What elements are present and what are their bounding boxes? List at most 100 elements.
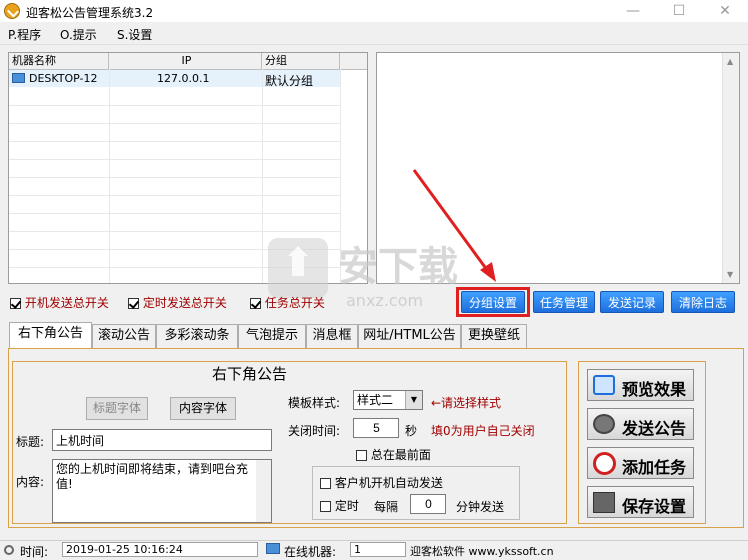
tab-corner-notice[interactable]: 右下角公告 — [9, 322, 92, 349]
title-input[interactable] — [52, 429, 272, 451]
add-task-button[interactable]: 添加任务 — [587, 447, 694, 479]
grid-line — [9, 231, 340, 232]
form-heading: 右下角公告 — [212, 365, 288, 383]
minimize-button[interactable]: — — [610, 0, 656, 22]
minutes-label: 分钟发送 — [456, 500, 505, 514]
title-label: 标题: — [16, 435, 45, 449]
topmost-option[interactable]: 总在最前面 — [356, 446, 431, 463]
scroll-up-icon[interactable]: ▲ — [727, 57, 733, 66]
switch-boot-send[interactable]: 开机发送总开关 — [10, 294, 109, 311]
grid-line — [9, 105, 340, 106]
time-icon — [4, 545, 14, 555]
cell-group: 默认分组 — [265, 74, 314, 88]
menu-tips[interactable]: O.提示 — [60, 26, 97, 43]
task-manage-button[interactable]: 任务管理 — [533, 291, 595, 313]
chevron-down-icon[interactable]: ▼ — [405, 391, 422, 409]
close-time-label: 关闭时间: — [288, 424, 341, 438]
topmost-label: 总在最前面 — [370, 448, 431, 462]
interval-input[interactable] — [410, 494, 446, 514]
table-row[interactable]: DESKTOP-12 127.0.0.1 默认分组 — [9, 70, 340, 88]
close-time-hint: 填0为用户自己关闭 — [431, 424, 535, 438]
tab-message-box[interactable]: 消息框 — [306, 324, 358, 348]
close-time-unit: 秒 — [405, 424, 418, 438]
window-title: 迎客松公告管理系统3.2 — [26, 6, 154, 20]
tab-color-scroll[interactable]: 多彩滚动条 — [156, 324, 238, 348]
switch-task[interactable]: 任务总开关 — [250, 294, 325, 311]
send-notice-button[interactable]: 发送公告 — [587, 408, 694, 440]
save-icon — [593, 492, 615, 513]
send-notice-label: 发送公告 — [622, 419, 687, 438]
content-font-button[interactable]: 内容字体 — [170, 397, 236, 420]
grid-line — [9, 141, 340, 142]
watermark-sub: anxz.com — [346, 291, 423, 310]
checkbox[interactable] — [250, 298, 261, 309]
computer-icon — [266, 543, 280, 554]
timed-option[interactable]: 定时 — [320, 497, 359, 514]
template-value: 样式二 — [357, 393, 394, 407]
checkbox[interactable] — [320, 478, 331, 489]
clock-icon — [593, 452, 616, 475]
content-label: 内容: — [16, 475, 45, 489]
checkbox[interactable] — [356, 450, 367, 461]
tab-scroll-notice[interactable]: 滚动公告 — [92, 324, 156, 348]
tab-url-html[interactable]: 网址/HTML公告 — [358, 324, 461, 348]
log-scrollbar[interactable]: ▲ ▼ — [722, 53, 739, 283]
switch-timed-send[interactable]: 定时发送总开关 — [128, 294, 227, 311]
grid-line — [262, 69, 263, 283]
menu-bar — [0, 22, 748, 45]
checkbox[interactable] — [320, 501, 331, 512]
content-textarea[interactable]: 您的上机时间即将结束，请到吧台充值! — [52, 459, 272, 523]
grid-line — [109, 69, 110, 283]
template-hint: ←请选择样式 — [431, 396, 502, 410]
content-scrollbar[interactable] — [256, 460, 271, 522]
online-count: 1 — [350, 542, 406, 557]
preview-label: 预览效果 — [622, 380, 687, 399]
save-settings-button[interactable]: 保存设置 — [587, 486, 694, 518]
save-settings-label: 保存设置 — [622, 497, 687, 516]
speaker-icon — [593, 414, 615, 434]
add-task-label: 添加任务 — [622, 458, 687, 477]
switch-label: 定时发送总开关 — [142, 296, 227, 310]
switch-label: 任务总开关 — [264, 296, 325, 310]
grid-line — [9, 213, 340, 214]
app-logo-icon — [4, 3, 20, 19]
grid-line — [9, 123, 340, 124]
template-select[interactable]: 样式二 ▼ — [353, 390, 423, 410]
computer-icon — [12, 73, 25, 83]
table-header: 机器名称 IP 分组 — [9, 53, 367, 70]
template-label: 模板样式: — [288, 396, 341, 410]
scroll-down-icon[interactable]: ▼ — [727, 270, 733, 279]
switch-label: 开机发送总开关 — [24, 296, 109, 310]
timed-label: 定时 — [334, 499, 359, 513]
online-label: 在线机器: — [284, 545, 337, 559]
preview-icon — [593, 375, 615, 395]
maximize-button[interactable]: ☐ — [656, 0, 702, 22]
header-group[interactable]: 分组 — [262, 53, 340, 69]
header-ip[interactable]: IP — [109, 53, 262, 69]
title-font-button[interactable]: 标题字体 — [86, 397, 148, 420]
company-text: 迎客松软件 www.ykssoft.cn — [410, 545, 554, 558]
checkbox[interactable] — [128, 298, 139, 309]
send-log-button[interactable]: 发送记录 — [600, 291, 664, 313]
cell-ip: 127.0.0.1 — [157, 72, 210, 85]
annotation-arrow — [412, 169, 496, 282]
close-time-input[interactable] — [353, 418, 399, 438]
time-value: 2019-01-25 10:16:24 — [62, 542, 258, 557]
tab-wallpaper[interactable]: 更换壁纸 — [461, 324, 527, 348]
grid-line — [9, 159, 340, 160]
preview-button[interactable]: 预览效果 — [587, 369, 694, 401]
grid-line — [9, 177, 340, 178]
group-settings-button[interactable]: 分组设置 — [461, 291, 525, 313]
clear-log-button[interactable]: 清除日志 — [671, 291, 735, 313]
auto-send-label: 客户机开机自动发送 — [334, 476, 443, 490]
close-button[interactable]: ✕ — [702, 0, 748, 22]
every-label: 每隔 — [374, 500, 399, 514]
checkbox[interactable] — [10, 298, 21, 309]
menu-program[interactable]: P.程序 — [8, 26, 41, 43]
tab-bubble[interactable]: 气泡提示 — [238, 324, 306, 348]
cell-machine-name: DESKTOP-12 — [29, 72, 98, 85]
time-label: 时间: — [20, 545, 49, 559]
auto-send-option[interactable]: 客户机开机自动发送 — [320, 474, 443, 491]
header-machine-name[interactable]: 机器名称 — [9, 53, 109, 69]
menu-settings[interactable]: S.设置 — [117, 26, 152, 43]
